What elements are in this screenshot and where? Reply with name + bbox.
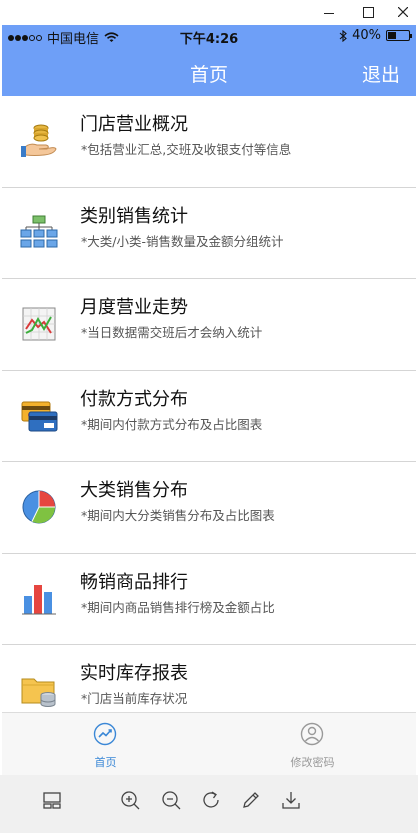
nav-bar: 首页 退出	[2, 47, 416, 96]
menu-item-title: 门店营业概况	[80, 114, 188, 135]
page-title: 首页	[189, 64, 228, 86]
tab-label: 首页	[94, 756, 117, 769]
menu-item-title: 大类销售分布	[80, 480, 188, 501]
bluetooth-icon	[339, 29, 347, 42]
zoom-in-button[interactable]	[119, 789, 141, 811]
menu-item-category-sales[interactable]: 类别销售统计 *大类/小类-销售数量及金额分组统计	[2, 187, 416, 279]
battery-percent: 40%	[352, 28, 381, 43]
hierarchy-icon	[20, 215, 58, 247]
menu-item-description: *包括营业汇总,交班及收银支付等信息	[81, 142, 292, 157]
menu-item-bestsellers[interactable]: 畅销商品排行 *期间内商品销售排行榜及金额占比	[2, 553, 416, 645]
layout-icon	[43, 792, 61, 809]
menu-item-description: *期间内大分类销售分布及占比图表	[81, 508, 275, 523]
rotate-button[interactable]	[200, 789, 222, 811]
menu-item-monthly-trend[interactable]: 月度营业走势 *当日数据需交班后才会纳入统计	[2, 279, 416, 371]
zoom-out-button[interactable]	[160, 789, 182, 811]
trend-icon	[93, 722, 117, 746]
rotate-icon	[203, 791, 219, 808]
menu-item-title: 月度营业走势	[80, 297, 188, 318]
close-icon	[398, 7, 408, 17]
menu-item-store-overview[interactable]: 门店营业概况 *包括营业汇总,交班及收银支付等信息	[2, 96, 416, 188]
menu-item-inventory[interactable]: 实时库存报表 *门店当前库存状况	[2, 645, 416, 712]
logout-button[interactable]: 退出	[362, 60, 400, 87]
minimize-button[interactable]	[314, 2, 344, 22]
pen-icon	[243, 792, 259, 808]
window-title-bar	[0, 0, 418, 25]
status-right: 40%	[339, 28, 412, 43]
tab-change-password[interactable]: 修改密码	[209, 713, 416, 776]
bar-chart-icon	[22, 584, 56, 614]
menu-item-title: 畅销商品排行	[80, 571, 188, 593]
layout-button[interactable]	[41, 789, 63, 811]
menu-item-description: *当日数据需交班后才会纳入统计	[81, 325, 263, 340]
menu-item-title: 付款方式分布	[80, 388, 188, 410]
line-chart-icon	[22, 307, 56, 341]
menu-item-description: *门店当前库存状况	[81, 691, 188, 706]
maximize-button[interactable]	[353, 2, 383, 22]
zoom-in-icon	[121, 791, 140, 810]
menu-item-description: *期间内付款方式分布及占比图表	[81, 416, 263, 432]
tab-bar: 首页 修改密码	[2, 712, 416, 775]
menu-item-title: 实时库存报表	[80, 663, 188, 684]
app-header: 中国电信 下午4:26 40% 首页 退出	[2, 25, 416, 96]
pie-chart-icon	[22, 490, 56, 524]
download-button[interactable]	[280, 789, 302, 811]
download-icon	[282, 792, 300, 809]
user-icon	[300, 722, 324, 746]
close-button[interactable]	[388, 2, 418, 22]
status-bar: 中国电信 下午4:26 40%	[2, 25, 416, 47]
coins-hand-icon	[21, 124, 57, 157]
zoom-out-icon	[162, 791, 181, 810]
tab-home[interactable]: 首页	[2, 713, 209, 776]
viewer-toolbar	[0, 775, 418, 833]
menu-list: 门店营业概况 *包括营业汇总,交班及收银支付等信息 类别销售统计 *大类/小类-…	[2, 96, 416, 712]
menu-item-category-distribution[interactable]: 大类销售分布 *期间内大分类销售分布及占比图表	[2, 462, 416, 554]
credit-cards-icon	[21, 401, 58, 431]
menu-item-payment-methods[interactable]: 付款方式分布 *期间内付款方式分布及占比图表	[2, 370, 416, 462]
battery-icon	[386, 30, 412, 41]
battery-level	[388, 32, 396, 39]
menu-item-title: 类别销售统计	[80, 205, 188, 227]
folder-database-icon	[21, 678, 56, 707]
menu-item-description: *期间内商品销售排行榜及金额占比	[81, 599, 275, 615]
tab-label: 修改密码	[290, 756, 335, 769]
pen-button[interactable]	[240, 789, 262, 811]
menu-item-description: *大类/小类-销售数量及金额分组统计	[81, 233, 284, 249]
